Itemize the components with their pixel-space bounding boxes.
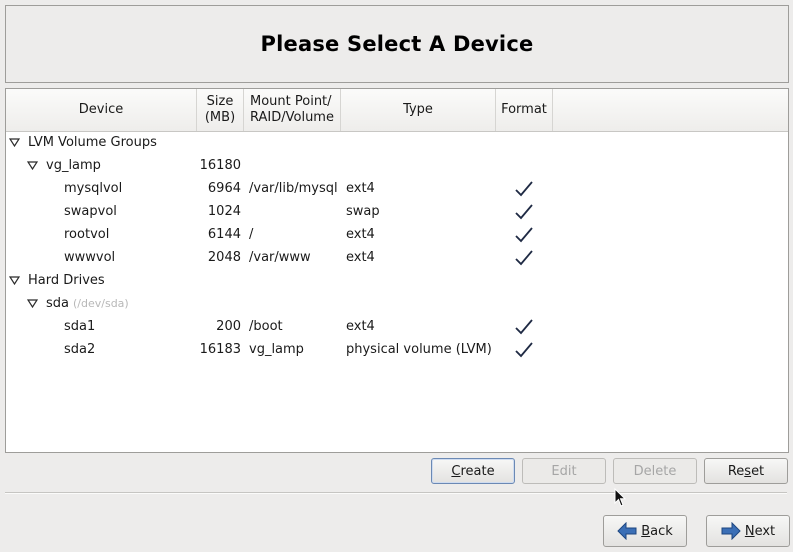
create-button[interactable]: Create [431,458,515,484]
device-path: (/dev/sda) [73,297,129,310]
column-header-device[interactable]: Device [6,89,197,131]
edit-button[interactable]: Edit [522,458,606,484]
expander-icon[interactable] [27,299,38,308]
format-check-icon[interactable] [515,204,533,220]
column-header-type[interactable]: Type [341,89,496,131]
device-label: rootvol [64,227,110,242]
device-name: swapvol [64,200,117,223]
mount-cell: /boot [249,319,283,334]
reset-label-post: et [751,463,765,479]
back-label-post: ack [650,523,673,539]
expander-icon[interactable] [9,138,20,147]
create-label-key: C [451,463,461,479]
size-cell: 200 [216,319,241,334]
delete-label: Delete [633,463,677,479]
size-cell: 16183 [199,342,241,357]
type-cell: physical volume (LVM) [346,342,492,357]
tree-row[interactable]: sda2 16183 vg_lamp physical volume (LVM) [6,338,788,361]
next-button[interactable]: Next [706,515,790,547]
next-arrow-icon [721,522,741,540]
type-cell: ext4 [346,250,375,265]
device-name: wwwvol [64,246,115,269]
type-cell: swap [346,204,380,219]
mount-cell: /var/www [249,250,311,265]
size-cell [197,131,241,154]
mouse-cursor-icon [614,488,627,507]
mount-cell: / [249,227,254,242]
back-button[interactable]: Back [603,515,687,547]
device-label: Hard Drives [28,273,105,288]
size-cell: 6144 [207,227,241,242]
tree-row[interactable]: LVM Volume Groups [6,131,788,154]
type-cell: ext4 [346,319,375,334]
tree-row[interactable]: rootvol 6144 / ext4 [6,223,788,246]
device-label: LVM Volume Groups [28,135,157,150]
column-header-mount[interactable]: Mount Point/ RAID/Volume [244,89,341,131]
device-name: mysqlvol [64,177,122,200]
device-label: sda1 [64,319,96,334]
format-check-icon[interactable] [515,250,533,266]
format-check-icon[interactable] [515,342,533,358]
format-check-icon[interactable] [515,181,533,197]
tree-row[interactable]: wwwvol 2048/var/www ext4 [6,246,788,269]
mount-cell: vg_lamp [249,342,304,357]
size-cell [197,269,241,292]
size-cell: 16180 [199,158,241,173]
edit-label: Edit [551,463,577,479]
separator [5,492,787,494]
device-label: swapvol [64,204,117,219]
device-name: LVM Volume Groups [28,131,157,154]
expander-icon[interactable] [9,276,20,285]
reset-label-key: s [744,463,752,479]
device-name: sda1 [64,315,95,338]
device-name: sda (/dev/sda) [46,292,129,315]
mount-cell: /var/lib/mysql [249,181,338,196]
tree-row[interactable]: swapvol 1024 swap [6,200,788,223]
size-cell: 2048 [207,250,241,265]
device-label: sda [46,296,69,311]
expander-icon[interactable] [27,161,38,170]
device-tree[interactable]: Device Size (MB) Mount Point/ RAID/Volum… [5,88,789,453]
device-name: rootvol [64,223,109,246]
device-name: sda2 [64,338,95,361]
tree-row[interactable]: sda1 200/boot ext4 [6,315,788,338]
type-cell: ext4 [346,181,375,196]
format-check-icon[interactable] [515,319,533,335]
device-name: vg_lamp [46,154,101,177]
device-label: sda2 [64,342,96,357]
tree-row[interactable]: vg_lamp 16180 [6,154,788,177]
create-label-post: reate [460,463,495,479]
next-label-post: ext [754,523,776,539]
back-label-key: B [641,523,651,539]
reset-button[interactable]: Re s et [704,458,788,484]
tree-header: Device Size (MB) Mount Point/ RAID/Volum… [6,89,788,132]
type-cell: ext4 [346,227,375,242]
size-cell [197,292,241,315]
size-cell: 1024 [207,204,241,219]
page-title: Please Select A Device [260,32,534,56]
device-name: Hard Drives [28,269,105,292]
column-header-size[interactable]: Size (MB) [197,89,244,131]
back-arrow-icon [617,522,637,540]
device-label: vg_lamp [46,158,101,173]
reset-label-pre: Re [727,463,745,479]
device-label: mysqlvol [64,181,123,196]
tree-row[interactable]: sda (/dev/sda) [6,292,788,315]
tree-row[interactable]: mysqlvol 6964/var/lib/mysql ext4 [6,177,788,200]
size-cell: 6964 [207,181,241,196]
tree-row[interactable]: Hard Drives [6,269,788,292]
delete-button[interactable]: Delete [613,458,697,484]
next-label-key: N [744,523,755,539]
title-panel: Please Select A Device [5,5,789,83]
column-header-format[interactable]: Format [496,89,553,131]
format-check-icon[interactable] [515,227,533,243]
device-label: wwwvol [64,250,116,265]
